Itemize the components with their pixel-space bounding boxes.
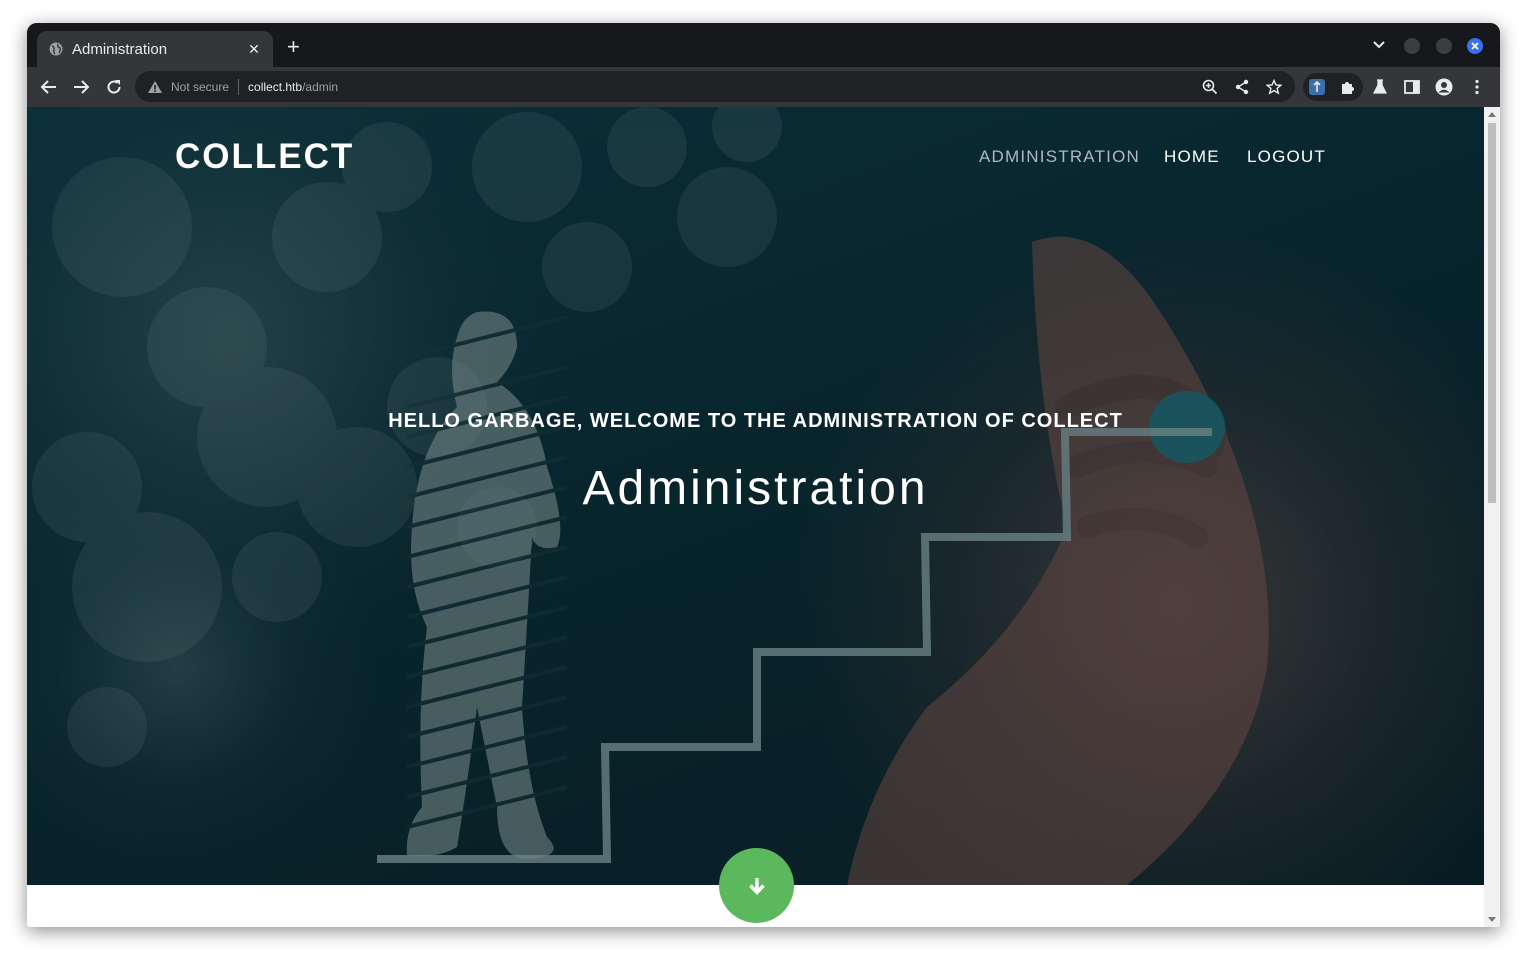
nav-link-home[interactable]: HOME (1164, 147, 1220, 167)
browser-tab[interactable]: Administration ✕ (37, 31, 273, 67)
window-close-button[interactable] (1467, 38, 1483, 54)
tab-title: Administration (72, 40, 168, 58)
hero-heading: Administration (582, 462, 929, 515)
back-arrow-icon[interactable] (38, 76, 60, 98)
url-host: collect.htb (248, 79, 303, 94)
warning-triangle-icon[interactable] (147, 79, 163, 95)
page-viewport: COLLECT ADMINISTRATION HOME LOGOUT HELLO… (27, 107, 1500, 927)
nav-link-administration[interactable]: ADMINISTRATION (979, 147, 1140, 167)
puzzle-extensions-icon[interactable] (1339, 78, 1357, 96)
scrollbar-thumb[interactable] (1488, 123, 1496, 503)
tab-search-chevron-icon[interactable] (1372, 37, 1386, 56)
profile-avatar-icon[interactable] (1435, 78, 1453, 96)
address-bar[interactable]: Not secure collect.htb/admin (135, 71, 1295, 102)
security-label[interactable]: Not secure (171, 80, 229, 94)
side-panel-icon[interactable] (1403, 78, 1421, 96)
reload-icon[interactable] (103, 76, 125, 98)
tab-strip: Administration ✕ + (27, 23, 1500, 67)
scroll-down-arrow-icon[interactable] (1488, 917, 1496, 922)
address-divider (238, 78, 240, 95)
scroll-up-arrow-icon[interactable] (1488, 112, 1496, 117)
arrow-down-icon (748, 877, 765, 895)
hero-section: COLLECT ADMINISTRATION HOME LOGOUT HELLO… (27, 107, 1484, 885)
share-icon[interactable] (1233, 78, 1251, 96)
zoom-icon[interactable] (1201, 78, 1219, 96)
bookmark-star-icon[interactable] (1265, 78, 1283, 96)
labs-flask-icon[interactable] (1371, 78, 1389, 96)
site-brand-logo[interactable]: COLLECT (175, 137, 354, 177)
kebab-menu-icon[interactable] (1468, 78, 1486, 96)
scroll-down-button[interactable] (719, 848, 794, 923)
browser-window: Administration ✕ + Not secure collect.ht… (27, 23, 1500, 927)
wappalyzer-extension-icon[interactable] (1308, 78, 1326, 96)
tab-close-icon[interactable]: ✕ (245, 41, 263, 58)
new-tab-icon[interactable]: + (287, 36, 300, 58)
page-scrollbar[interactable] (1484, 107, 1500, 927)
hero-subtitle: HELLO GARBAGE, WELCOME TO THE ADMINISTRA… (388, 410, 1123, 432)
window-minimize-button[interactable] (1404, 38, 1420, 54)
url-path: /admin (302, 79, 339, 94)
close-icon (1471, 42, 1479, 50)
browser-toolbar: Not secure collect.htb/admin (27, 67, 1500, 107)
nav-link-logout[interactable]: LOGOUT (1247, 147, 1326, 167)
globe-icon (49, 42, 63, 56)
forward-arrow-icon[interactable] (70, 76, 92, 98)
window-maximize-button[interactable] (1436, 38, 1452, 54)
